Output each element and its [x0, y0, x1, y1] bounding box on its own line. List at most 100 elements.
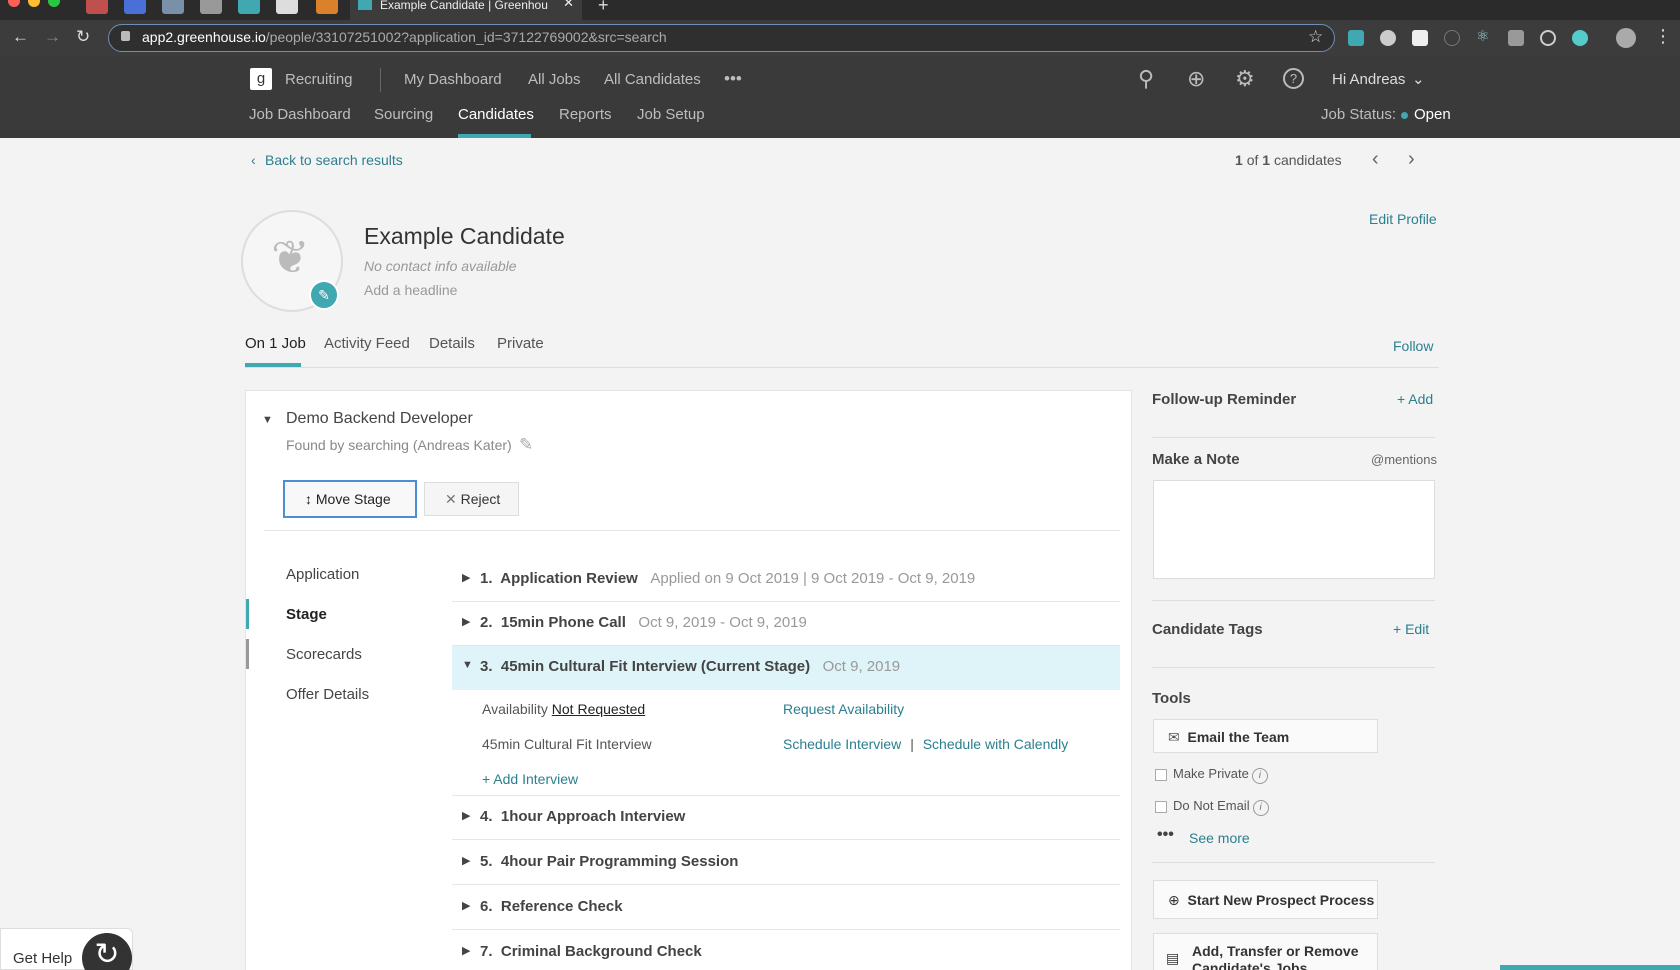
stage-label: 4. 1hour Approach Interview: [480, 808, 685, 825]
extension-icon[interactable]: [1572, 30, 1588, 46]
pager-unit: candidates: [1273, 152, 1342, 168]
url-text[interactable]: app2.greenhouse.io/people/33107251002?ap…: [142, 29, 667, 45]
follow-link[interactable]: Follow: [1393, 338, 1433, 354]
close-window-icon[interactable]: [8, 0, 20, 7]
back-arrow-icon[interactable]: ←: [12, 27, 29, 47]
add-followup-link[interactable]: + Add: [1397, 391, 1433, 407]
extension-icon[interactable]: [1380, 30, 1396, 46]
add-circle-icon[interactable]: ⊕: [1187, 66, 1205, 92]
edit-source-pencil-icon[interactable]: ✎: [519, 435, 533, 455]
bookmark-star-icon[interactable]: ☆: [1308, 27, 1323, 47]
add-headline-link[interactable]: Add a headline: [364, 282, 457, 298]
stage-row[interactable]: ▶ 6. Reference Check: [452, 886, 1120, 930]
left-nav-scorecards[interactable]: Scorecards: [286, 646, 362, 663]
left-nav-stage[interactable]: Stage: [286, 606, 327, 623]
recruiting-label[interactable]: Recruiting: [285, 71, 353, 88]
nav-all-candidates[interactable]: All Candidates: [604, 71, 701, 88]
more-menu-icon[interactable]: •••: [724, 69, 742, 89]
reject-button[interactable]: ✕ Reject: [424, 482, 519, 516]
edit-avatar-pencil-icon[interactable]: ✎: [309, 280, 339, 310]
back-to-search-link[interactable]: Back to search results: [265, 152, 403, 168]
extension-icon[interactable]: [1444, 30, 1460, 46]
schedule-with-calendly-link[interactable]: Schedule with Calendly: [923, 736, 1069, 752]
browser-menu-icon[interactable]: ⋮: [1654, 26, 1672, 47]
left-nav-application[interactable]: Application: [286, 566, 359, 583]
url-path: /people/33107251002?application_id=37122…: [265, 29, 667, 45]
info-icon[interactable]: i: [1252, 800, 1269, 816]
get-help-widget[interactable]: Get Help ↻: [0, 928, 133, 970]
pager-of: of: [1246, 152, 1259, 168]
schedule-interview-link[interactable]: Schedule Interview: [783, 736, 901, 752]
subnav-reports[interactable]: Reports: [559, 106, 612, 123]
chevron-down-icon[interactable]: ⌄: [1412, 70, 1425, 88]
pinned-tab-icon[interactable]: [200, 0, 222, 14]
add-interview-link[interactable]: + Add Interview: [482, 771, 578, 787]
react-extension-icon[interactable]: ⚛: [1476, 27, 1492, 45]
pinned-tab-icon[interactable]: [276, 0, 298, 14]
subnav-candidates[interactable]: Candidates: [458, 106, 534, 123]
request-availability-link[interactable]: Request Availability: [783, 701, 904, 717]
expand-triangle-icon: ▶: [462, 855, 471, 867]
chevron-left-icon[interactable]: ‹: [251, 152, 256, 168]
new-tab-icon[interactable]: +: [598, 0, 609, 16]
tab-on-1-job[interactable]: On 1 Job: [245, 335, 306, 352]
gear-icon[interactable]: ⚙: [1235, 66, 1255, 92]
lock-icon[interactable]: [121, 31, 130, 41]
reload-icon[interactable]: ↻: [76, 27, 90, 47]
edit-profile-link[interactable]: Edit Profile: [1369, 211, 1437, 227]
email-the-team-button[interactable]: ✉ Email the Team: [1153, 719, 1378, 753]
do-not-email-checkbox[interactable]: [1155, 801, 1167, 813]
tab-details[interactable]: Details: [429, 335, 475, 352]
stage-row[interactable]: ▶ 4. 1hour Approach Interview: [452, 796, 1120, 840]
pinned-tab-icon[interactable]: [86, 0, 108, 14]
start-new-prospect-button[interactable]: ⊕ Start New Prospect Process: [1153, 880, 1378, 919]
tab-activity-feed[interactable]: Activity Feed: [324, 335, 410, 352]
tab-private[interactable]: Private: [497, 335, 544, 352]
transfer-jobs-button[interactable]: ▤ Add, Transfer or Remove Candidate's Jo…: [1153, 933, 1378, 970]
profile-avatar-icon[interactable]: [1616, 28, 1636, 48]
nav-my-dashboard[interactable]: My Dashboard: [404, 71, 502, 88]
greenhouse-logo-icon[interactable]: g: [250, 68, 272, 90]
user-menu[interactable]: Hi Andreas: [1332, 71, 1405, 88]
make-private-checkbox[interactable]: [1155, 769, 1167, 781]
current-stage-row[interactable]: ▼ 3. 45min Cultural Fit Interview (Curre…: [452, 646, 1120, 690]
left-nav-offer-details[interactable]: Offer Details: [286, 686, 369, 703]
subnav-sourcing[interactable]: Sourcing: [374, 106, 433, 123]
close-tab-icon[interactable]: ✕: [563, 0, 574, 9]
maximize-window-icon[interactable]: [48, 0, 60, 7]
stage-row[interactable]: ▶ 5. 4hour Pair Programming Session: [452, 841, 1120, 885]
search-icon[interactable]: ⚲: [1138, 66, 1154, 92]
help-icon[interactable]: ?: [1283, 68, 1304, 89]
pinned-tab-icon[interactable]: [124, 0, 146, 14]
extension-icon[interactable]: [1508, 30, 1524, 46]
see-more-link[interactable]: See more: [1189, 830, 1250, 846]
info-icon[interactable]: i: [1251, 768, 1268, 784]
subnav-job-setup[interactable]: Job Setup: [637, 106, 705, 123]
stage-row[interactable]: ▶ 7. Criminal Background Check: [452, 931, 1120, 970]
add-circle-icon: ⊕: [1168, 892, 1180, 908]
stage-row[interactable]: ▶ 1. Application Review Applied on 9 Oct…: [452, 558, 1120, 602]
previous-candidate-icon[interactable]: ‹: [1372, 148, 1379, 171]
next-candidate-icon[interactable]: ›: [1408, 148, 1415, 171]
availability-status[interactable]: Not Requested: [552, 701, 645, 717]
move-stage-button[interactable]: ↕ Move Stage: [283, 480, 417, 518]
subnav-job-dashboard[interactable]: Job Dashboard: [249, 106, 351, 123]
extension-icon[interactable]: [1348, 30, 1364, 46]
extension-icon[interactable]: [1412, 30, 1428, 46]
nav-all-jobs[interactable]: All Jobs: [528, 71, 581, 88]
pinned-tab-icon[interactable]: [316, 0, 338, 14]
bottom-accent-bar: [1500, 965, 1680, 970]
stage-row[interactable]: ▶ 2. 15min Phone Call Oct 9, 2019 - Oct …: [452, 602, 1120, 646]
active-browser-tab[interactable]: Example Candidate | Greenhou ✕: [350, 0, 582, 20]
extension-icon[interactable]: [1540, 30, 1556, 46]
minimize-window-icon[interactable]: [28, 0, 40, 7]
pinned-tab-icon[interactable]: [238, 0, 260, 14]
forward-arrow-icon[interactable]: →: [44, 27, 61, 47]
edit-tags-link[interactable]: + Edit: [1393, 621, 1429, 637]
pinned-tab-icon[interactable]: [162, 0, 184, 14]
job-title[interactable]: Demo Backend Developer: [286, 410, 473, 428]
note-textarea[interactable]: [1153, 480, 1435, 579]
start-new-prospect-label: Start New Prospect Process: [1187, 892, 1375, 908]
schedule-links: Schedule Interview | Schedule with Calen…: [783, 736, 1068, 752]
collapse-job-triangle-icon[interactable]: ▼: [262, 414, 273, 426]
